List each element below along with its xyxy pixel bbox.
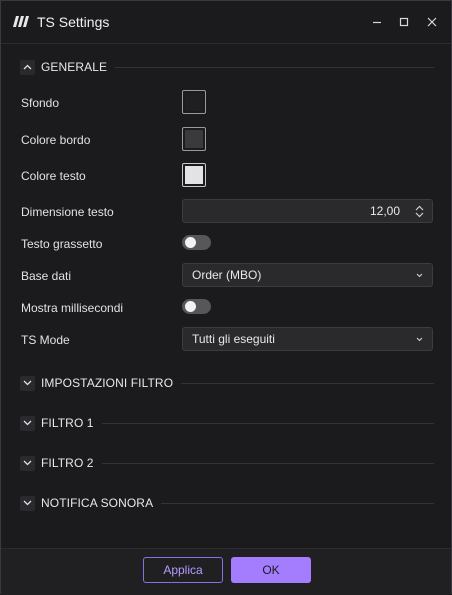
section-divider [101, 462, 434, 464]
ok-button[interactable]: OK [231, 557, 311, 583]
chevron-up-icon [20, 59, 35, 75]
dialog-footer [1, 548, 451, 595]
section-impostazioni-filtro-header[interactable]: IMPOSTAZIONI FILTRO [20, 375, 434, 391]
chevron-down-icon [20, 375, 35, 391]
sfondo-color-picker[interactable] [182, 90, 206, 114]
minimize-icon [373, 21, 381, 24]
chevron-down-icon [406, 337, 432, 342]
sfondo-color-fill [185, 93, 203, 111]
dimensione-testo-label: Dimensione testo [21, 205, 114, 219]
ts-mode-value: Tutti gli eseguiti [192, 332, 275, 346]
base-dati-select[interactable]: Order (MBO) [182, 263, 433, 287]
section-divider [181, 382, 434, 384]
base-dati-value: Order (MBO) [192, 268, 262, 282]
base-dati-label: Base dati [21, 269, 72, 283]
section-title: IMPOSTAZIONI FILTRO [41, 376, 174, 390]
section-notifica-sonora-header[interactable]: NOTIFICA SONORA [20, 495, 434, 511]
chevron-down-icon [406, 273, 432, 278]
colore-bordo-color-fill [185, 130, 203, 148]
ts-mode-label: TS Mode [21, 333, 70, 347]
ts-mode-select[interactable]: Tutti gli eseguiti [182, 327, 433, 351]
toggle-knob [185, 237, 196, 248]
mostra-millisecondi-toggle[interactable] [182, 299, 211, 314]
close-button[interactable] [423, 13, 441, 31]
colore-bordo-color-picker[interactable] [182, 127, 206, 151]
dimensione-testo-spinner[interactable]: 12,00 [182, 199, 433, 223]
toggle-knob [185, 301, 196, 312]
close-icon [427, 17, 437, 27]
maximize-icon [399, 17, 409, 27]
apply-button[interactable]: Applica [143, 557, 223, 583]
mostra-millisecondi-label: Mostra millisecondi [21, 301, 124, 315]
section-generale-header[interactable]: GENERALE [20, 59, 434, 75]
chevron-down-icon [20, 415, 35, 431]
section-divider [115, 66, 434, 68]
settings-window: TS Settings GENERALE Sfondo Colore bordo… [0, 0, 452, 595]
chevron-down-icon [20, 455, 35, 471]
section-title: FILTRO 1 [41, 416, 94, 430]
section-title: FILTRO 2 [41, 456, 94, 470]
colore-bordo-label: Colore bordo [21, 133, 91, 147]
section-divider [161, 502, 434, 504]
dimensione-testo-value: 12,00 [369, 204, 400, 218]
titlebar-divider [1, 43, 451, 44]
section-filtro-1-header[interactable]: FILTRO 1 [20, 415, 434, 431]
section-filtro-2-header[interactable]: FILTRO 2 [20, 455, 434, 471]
testo-grassetto-label: Testo grassetto [21, 237, 103, 251]
section-title: NOTIFICA SONORA [41, 496, 154, 510]
app-logo-icon [13, 16, 29, 27]
colore-testo-label: Colore testo [21, 169, 86, 183]
window-title: TS Settings [37, 14, 110, 30]
section-divider [101, 422, 434, 424]
testo-grassetto-toggle[interactable] [182, 235, 211, 250]
maximize-button[interactable] [395, 13, 413, 31]
section-title: GENERALE [41, 60, 108, 74]
spinner-arrows-icon[interactable] [406, 205, 432, 218]
minimize-button[interactable] [368, 13, 386, 31]
title-bar[interactable]: TS Settings [1, 1, 451, 43]
colore-testo-color-picker[interactable] [182, 163, 206, 187]
sfondo-label: Sfondo [21, 96, 60, 110]
chevron-down-icon [20, 495, 35, 511]
colore-testo-color-fill [185, 166, 203, 184]
